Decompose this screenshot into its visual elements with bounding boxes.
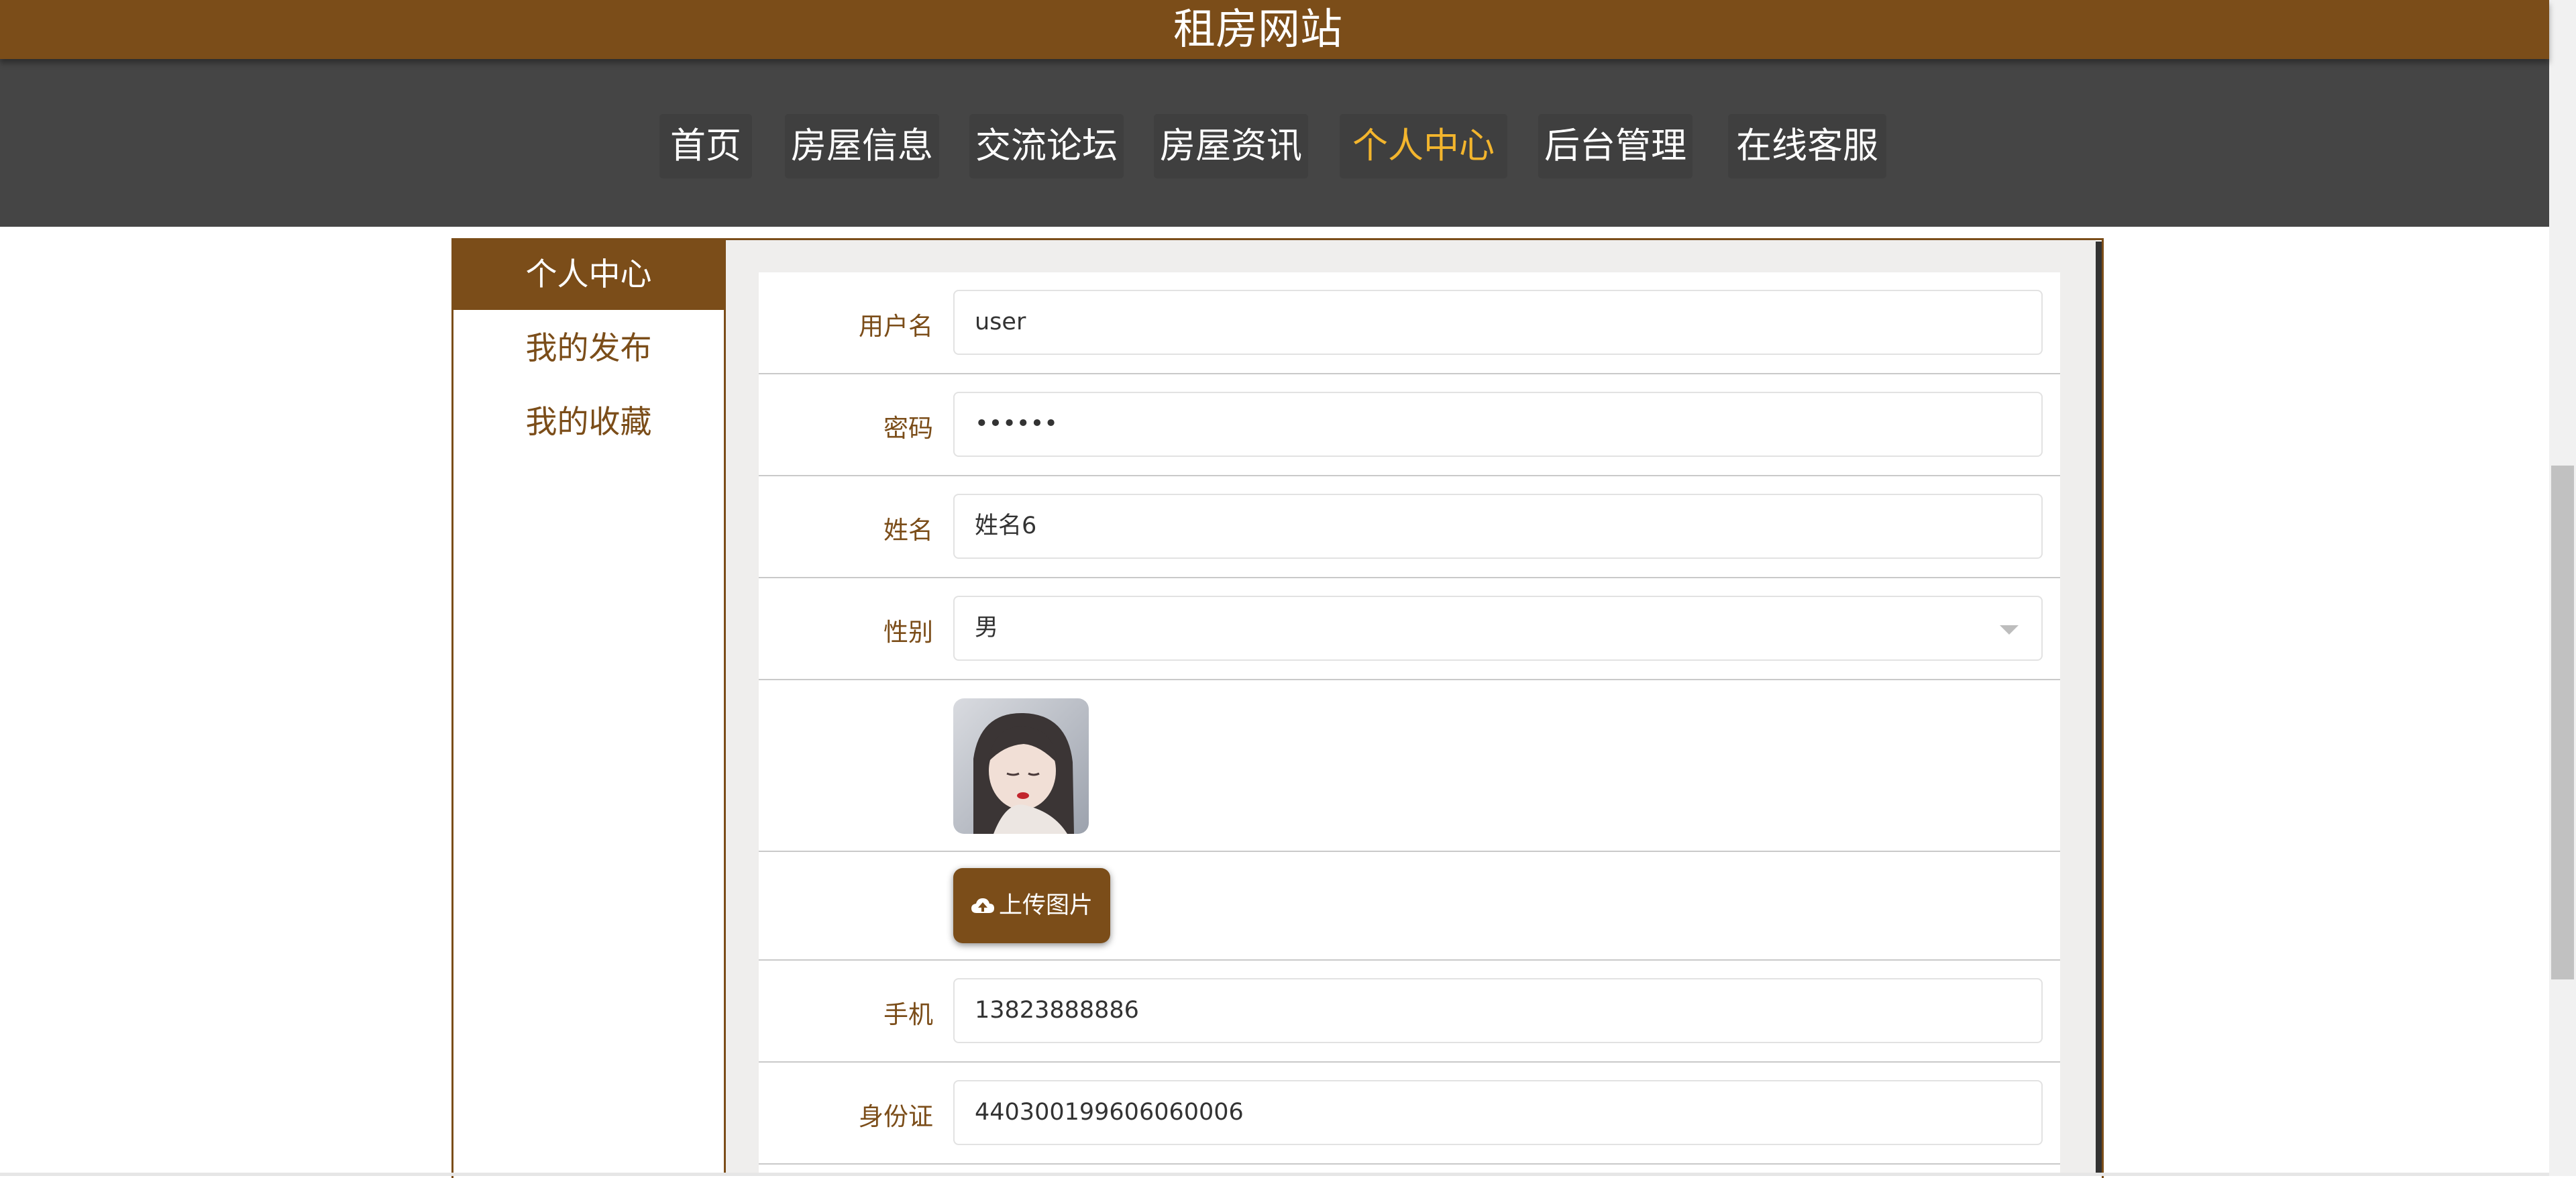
- nav-item-home[interactable]: 首页: [659, 114, 752, 178]
- password-label: 密码: [883, 414, 933, 443]
- sidebar-item-personal-center[interactable]: 个人中心: [453, 240, 724, 310]
- upload-button-label: 上传图片: [998, 892, 1093, 919]
- username-label: 用户名: [859, 312, 933, 341]
- cloud-upload-icon: [971, 898, 994, 913]
- password-field[interactable]: ••••••: [953, 392, 2043, 457]
- gender-value: 男: [975, 614, 999, 641]
- main-nav: 首页 房屋信息 交流论坛 房屋资讯 个人中心 后台管理 在线客服: [0, 59, 2549, 227]
- bottom-strip: [0, 1173, 2549, 1176]
- scrollbar-thumb[interactable]: [2551, 466, 2574, 979]
- header-bar: 租房网站: [0, 0, 2549, 59]
- nav-item-customer-service[interactable]: 在线客服: [1728, 114, 1886, 178]
- frame-shadow: [2096, 242, 2102, 1176]
- chevron-down-icon: [2000, 625, 2019, 635]
- idcard-label: 身份证: [859, 1102, 933, 1131]
- gender-select[interactable]: 男: [953, 596, 2043, 661]
- upload-image-button[interactable]: 上传图片: [953, 868, 1110, 943]
- name-label: 姓名: [883, 516, 933, 545]
- sidebar-item-my-posts[interactable]: 我的发布: [453, 314, 724, 384]
- sidebar-item-my-favorites[interactable]: 我的收藏: [453, 388, 724, 458]
- name-field[interactable]: 姓名6: [953, 494, 2043, 559]
- nav-item-personal-center[interactable]: 个人中心: [1340, 114, 1507, 178]
- sidebar: 个人中心 我的发布 我的收藏: [453, 240, 726, 1176]
- site-title: 租房网站: [1173, 5, 1342, 54]
- phone-label: 手机: [883, 1000, 933, 1029]
- phone-field[interactable]: 13823888886: [953, 978, 2043, 1043]
- avatar-image: [953, 698, 1089, 834]
- username-field[interactable]: user: [953, 290, 2043, 355]
- nav-item-forum[interactable]: 交流论坛: [969, 114, 1124, 178]
- idcard-field[interactable]: 440300199606060006: [953, 1080, 2043, 1145]
- nav-item-news[interactable]: 房屋资讯: [1154, 114, 1308, 178]
- nav-item-houses[interactable]: 房屋信息: [785, 114, 939, 178]
- gender-label: 性别: [883, 618, 933, 647]
- nav-item-admin[interactable]: 后台管理: [1538, 114, 1693, 178]
